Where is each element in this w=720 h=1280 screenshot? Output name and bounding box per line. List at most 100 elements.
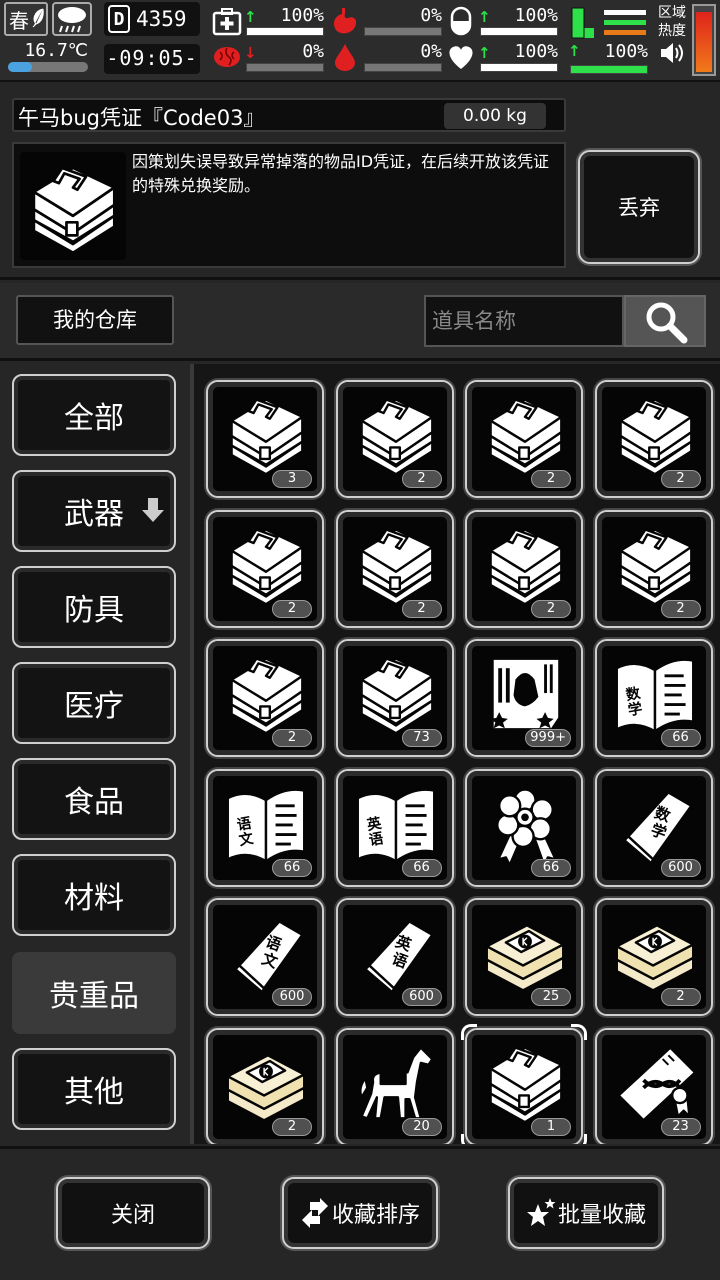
- item-count: 20: [401, 1117, 442, 1136]
- search-button[interactable]: [624, 295, 706, 347]
- category-materials[interactable]: 材料: [12, 854, 176, 936]
- stat-stamina-bar: [480, 27, 558, 36]
- category-sidebar: 全部 武器 防具 医疗 食品 材料 贵重品 其他: [0, 364, 188, 1144]
- medkit-icon: [212, 8, 242, 36]
- stat-health-value: 100%: [280, 5, 324, 26]
- item-count: 2: [660, 470, 701, 488]
- stat-stamina: ↑ 100%: [446, 4, 564, 38]
- item-slot[interactable]: 2: [465, 509, 583, 628]
- arrow-down-icon: [142, 498, 164, 522]
- item-slot[interactable]: 2: [206, 509, 324, 628]
- briefcase-icon: [359, 527, 434, 605]
- water-drop-icon: [335, 44, 355, 71]
- dna-card-icon: [616, 1045, 696, 1121]
- day-icon: D: [108, 5, 130, 33]
- stat-stamina-value: 100%: [514, 5, 558, 26]
- yellow-box-icon: [615, 924, 694, 992]
- stat-mood-value: 100%: [514, 41, 558, 62]
- item-count: 73: [401, 729, 442, 747]
- item-slot[interactable]: 2: [465, 380, 583, 498]
- briefcase-icon: [489, 1045, 563, 1123]
- chinese-book-open-icon: 语 文: [226, 788, 306, 862]
- item-slot[interactable]: 2: [206, 639, 324, 757]
- stat-thirst-value: 0%: [420, 41, 442, 62]
- item-slot[interactable]: 2: [594, 509, 713, 628]
- category-valuables[interactable]: 贵重品: [12, 952, 176, 1034]
- item-count: 600: [660, 858, 701, 877]
- item-preview: [20, 152, 126, 260]
- item-slot[interactable]: 数 学 66: [594, 639, 713, 757]
- item-count: 999+: [525, 729, 571, 747]
- item-count: 600: [272, 988, 312, 1006]
- region-heat-label: 区域热度: [654, 4, 690, 76]
- search-input[interactable]: 道具名称: [424, 295, 624, 347]
- day-counter: D 4359: [104, 2, 200, 36]
- item-grid[interactable]: 3 2 2 2 2 2 2 2 2 73 999+ 数 学 66 语 文 66 …: [190, 364, 720, 1144]
- item-slot[interactable]: 数 学 600: [594, 768, 713, 887]
- item-slot[interactable]: 语 文 66: [206, 768, 324, 887]
- item-slot[interactable]: 23: [594, 1027, 713, 1144]
- briefcase-icon: [618, 398, 693, 476]
- category-all[interactable]: 全部: [12, 374, 176, 456]
- item-slot[interactable]: 1: [461, 1023, 587, 1144]
- item-count: 2: [272, 599, 312, 618]
- warehouse-header: 我的仓库 道具名称: [0, 283, 720, 361]
- stomach-icon: [334, 8, 357, 34]
- item-count: 23: [660, 1117, 701, 1136]
- stat-brain: ↓ 0%: [212, 40, 330, 74]
- item-count: 2: [531, 470, 571, 488]
- category-weapons[interactable]: 武器: [12, 470, 176, 552]
- warehouse-title[interactable]: 我的仓库: [16, 295, 174, 345]
- category-armor[interactable]: 防具: [12, 566, 176, 648]
- stat-energy: ↑ 100%: [566, 4, 650, 76]
- discard-button[interactable]: 丢弃: [578, 150, 700, 264]
- selection-corner: [571, 1133, 587, 1144]
- sort-favorites-button[interactable]: 收藏排序: [282, 1177, 438, 1249]
- item-slot[interactable]: 25: [465, 898, 583, 1016]
- item-slot[interactable]: 999+: [465, 639, 583, 757]
- item-count: 2: [660, 599, 701, 618]
- item-count: 25: [531, 988, 571, 1006]
- item-slot[interactable]: 20: [335, 1027, 454, 1144]
- search-icon: [646, 302, 688, 344]
- speaker-icon[interactable]: [659, 42, 685, 64]
- status-bar: 春 16.7℃ D 4359 -09:05- ↑ 100% 0% 0% ↓ 0%…: [0, 0, 720, 82]
- item-slot[interactable]: 66: [465, 768, 583, 887]
- category-food[interactable]: 食品: [12, 758, 176, 840]
- category-medical[interactable]: 医疗: [12, 662, 176, 744]
- trend-down-icon: ↓: [244, 44, 257, 62]
- briefcase-icon: [489, 398, 563, 476]
- item-description-box: 因策划失误导致异常掉落的物品ID凭证，在后续开放该凭证的特殊兑换奖励。: [12, 142, 566, 268]
- trend-up-icon: ↑: [244, 8, 257, 26]
- stars-icon: [526, 1198, 556, 1226]
- season-badge: 春: [4, 2, 48, 36]
- item-slot[interactable]: 3: [206, 380, 324, 498]
- item-slot[interactable]: 2: [594, 898, 713, 1016]
- item-slot[interactable]: 73: [335, 639, 454, 757]
- thermometer-bar: [8, 62, 88, 72]
- stat-hunger-bar: [364, 27, 442, 36]
- item-count: 66: [531, 858, 571, 877]
- item-count: 1: [531, 1117, 571, 1136]
- horse-icon: [358, 1045, 434, 1120]
- item-slot[interactable]: 2: [335, 380, 454, 498]
- bottom-bar: 关闭 收藏排序 批量收藏: [0, 1146, 720, 1280]
- close-button[interactable]: 关闭: [56, 1177, 210, 1249]
- category-other[interactable]: 其他: [12, 1048, 176, 1130]
- selection-corner: [571, 1023, 587, 1040]
- briefcase-icon: [230, 398, 304, 476]
- item-slot[interactable]: 2: [594, 380, 713, 498]
- briefcase-icon: [618, 527, 693, 605]
- item-slot[interactable]: 英 语 66: [335, 768, 454, 887]
- item-count: 2: [401, 470, 442, 488]
- item-slot[interactable]: 2: [206, 1027, 324, 1144]
- stat-energy-bar: [570, 65, 648, 74]
- batch-favorite-button[interactable]: 批量收藏: [508, 1177, 664, 1249]
- item-slot[interactable]: 2: [335, 509, 454, 628]
- item-slot[interactable]: 英 语 600: [335, 898, 454, 1016]
- item-slot[interactable]: 语 文 600: [206, 898, 324, 1016]
- math-book-icon: 数 学: [622, 790, 693, 864]
- day-value: 4359: [136, 7, 187, 31]
- briefcase-icon: [230, 527, 304, 605]
- selection-corner: [461, 1023, 477, 1040]
